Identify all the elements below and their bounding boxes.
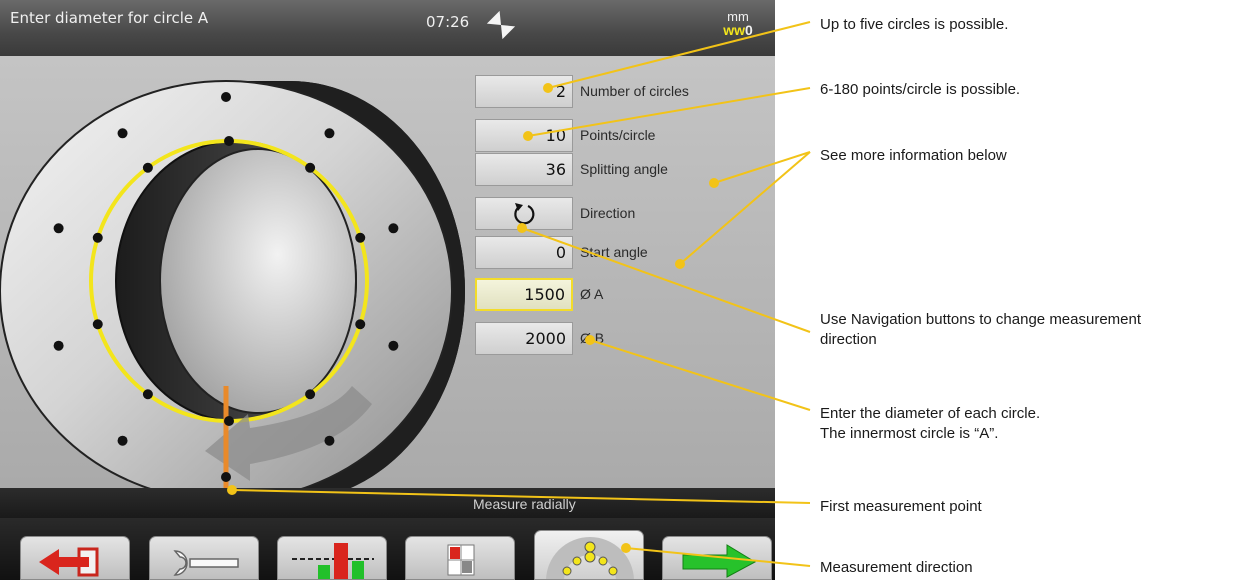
circle-a-point [224, 136, 234, 146]
circle-a-point [142, 389, 153, 400]
param-label: Ø A [580, 286, 604, 302]
toolbar [0, 518, 775, 580]
circle-a-point [92, 319, 103, 330]
clock: 07:26 [426, 13, 470, 31]
param-value-field[interactable]: 36 [475, 153, 573, 186]
view-button[interactable] [405, 536, 515, 580]
param-row: 36 Splitting angle [475, 153, 775, 187]
direction-button[interactable] [534, 530, 644, 580]
settings-button[interactable] [149, 536, 259, 580]
param-row: 10 Points/circle [475, 119, 775, 153]
circle-a-point [355, 232, 366, 243]
grid-icon [447, 544, 475, 576]
param-label: Number of circles [580, 83, 689, 99]
exit-arrow-icon [39, 547, 99, 577]
param-value-field[interactable]: 2000 [475, 322, 573, 355]
param-row: Direction [475, 197, 775, 231]
circle-b-point [221, 92, 231, 102]
circle-b-point [53, 340, 64, 351]
callout-navigation: Use Navigation buttons to change measure… [820, 310, 1141, 350]
page-title: Enter diameter for circle A [10, 9, 209, 27]
param-label: Direction [580, 205, 636, 221]
circle-a-point [142, 162, 153, 173]
flange-drawing [0, 80, 465, 488]
bore-far-wall [159, 148, 357, 414]
param-label: Splitting angle [580, 161, 668, 177]
callout-direction: Measurement direction [820, 559, 973, 576]
bar-chart-icon [292, 543, 374, 579]
circle-b-point [117, 128, 128, 139]
callout-diameter-line2: The innermost circle is “A”. [820, 425, 999, 442]
circle-a-point [355, 319, 366, 330]
param-value-field[interactable] [475, 197, 573, 230]
unit-value: ww0 [718, 23, 758, 37]
wrench-icon [173, 550, 239, 576]
param-row: 0 Start angle [475, 236, 775, 270]
circle-b-point [324, 128, 335, 139]
app-screen: Enter diameter for circle A 07:26 mm ww0 [0, 0, 775, 580]
circle-a-point [92, 232, 103, 243]
main-area: 2 Number of circles 10 Points/circle 36 Split… [0, 56, 775, 488]
param-value-field[interactable]: 0 [475, 236, 573, 269]
circle-a-point [305, 162, 316, 173]
callout-more-info: See more information below [820, 147, 1007, 164]
callout-navigation-line1: Use Navigation buttons to change measure… [820, 311, 1142, 328]
param-label: Points/circle [580, 127, 656, 143]
rotate-icon [514, 203, 535, 225]
param-row: 2000 Ø B [475, 322, 775, 356]
circle-b-point [117, 435, 128, 446]
callout-points: 6-180 points/circle is possible. [820, 81, 1021, 98]
circle-b-point [53, 223, 64, 234]
param-value-field[interactable]: 1500 [475, 278, 573, 311]
param-value-field[interactable]: 10 [475, 119, 573, 152]
next-button[interactable] [662, 536, 772, 580]
results-button[interactable] [277, 536, 387, 580]
unit-indicator: mm ww0 [718, 10, 758, 37]
callout-diameter: Enter the diameter of each circle. The i… [820, 404, 1040, 444]
circle-b-point [388, 223, 399, 234]
unit-wave-icon: ww [723, 22, 745, 38]
circle-b-point [221, 472, 231, 482]
next-arrow-icon [682, 544, 757, 578]
status-bar: Measure radially [0, 488, 775, 518]
callout-navigation-line2: direction [820, 331, 877, 348]
callout-first-point: First measurement point [820, 498, 982, 515]
circle-b-point [324, 435, 335, 446]
exit-button[interactable] [20, 536, 130, 580]
title-bar: Enter diameter for circle A 07:26 mm ww0 [0, 0, 775, 56]
status-text: Measure radially [473, 496, 576, 512]
unit-number: 0 [744, 22, 753, 38]
param-value-field[interactable]: 2 [475, 75, 573, 108]
param-label: Ø B [580, 330, 605, 346]
callout-diameter-line1: Enter the diameter of each circle. [820, 405, 1041, 422]
param-row: 2 Number of circles [475, 75, 775, 109]
param-label: Start angle [580, 244, 648, 260]
param-row: 1500 Ø A [475, 278, 775, 312]
circle-a-point [224, 416, 234, 426]
circle-points-icon [546, 537, 634, 579]
circle-b-point [388, 340, 399, 351]
circle-a-point [305, 389, 316, 400]
callout-circles: Up to five circles is possible. [820, 16, 1009, 33]
hourglass-icon [486, 10, 516, 40]
